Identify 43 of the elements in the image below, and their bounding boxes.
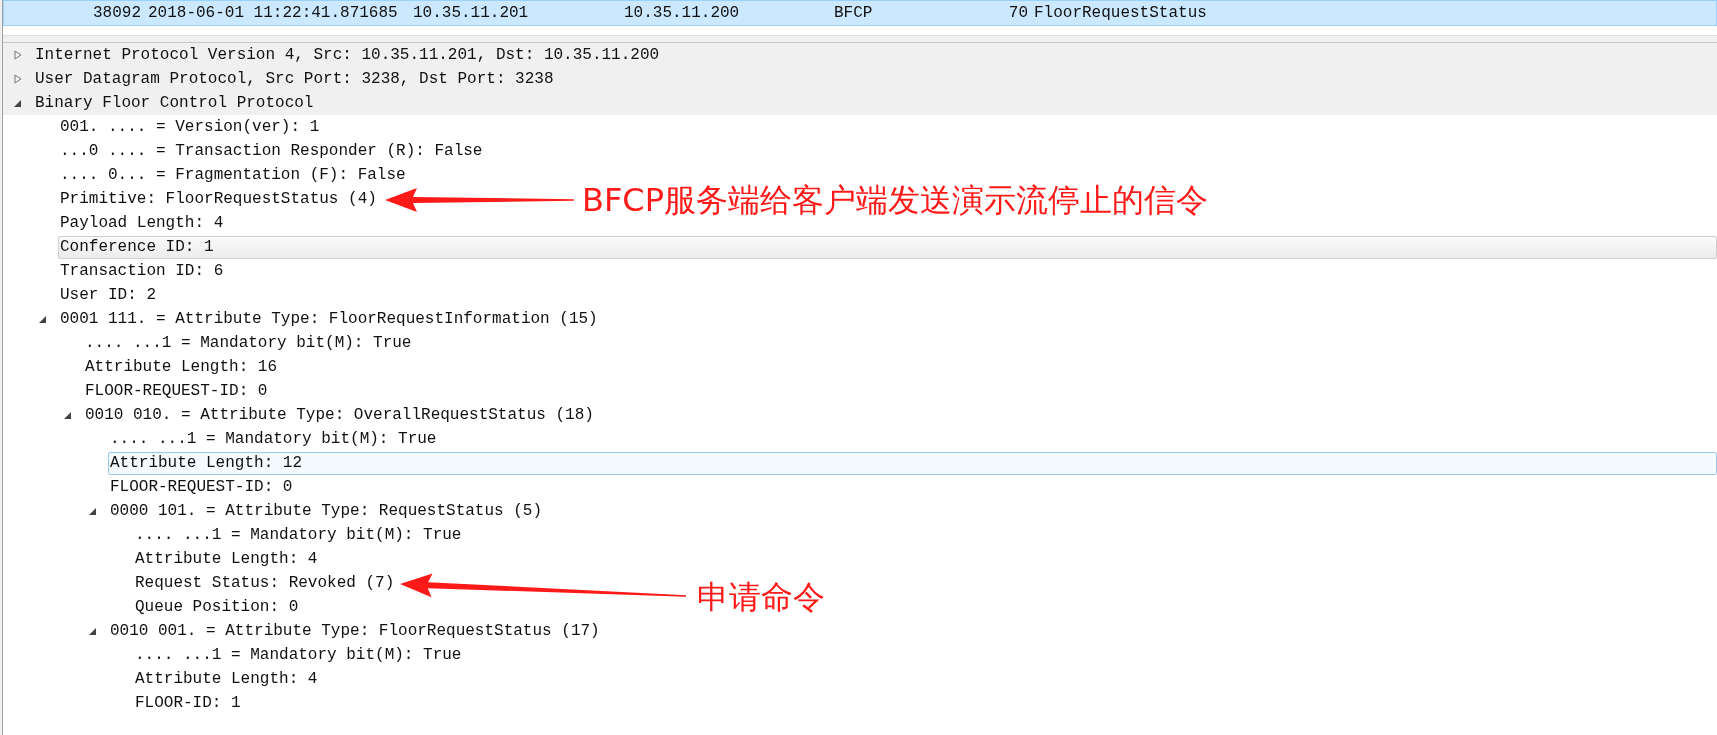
- tree-item[interactable]: 0000 101. = Attribute Type: RequestStatus (5): [108, 499, 544, 523]
- expanded-triangle-icon[interactable]: [88, 506, 98, 516]
- tree-item[interactable]: User ID: 2: [58, 283, 157, 307]
- tree-item[interactable]: 001. .... = Version(ver): 1: [58, 115, 321, 139]
- tree-item[interactable]: Transaction ID: 6: [58, 259, 225, 283]
- tree-item[interactable]: FLOOR-REQUEST-ID: 0: [108, 475, 294, 499]
- tree-item[interactable]: Attribute Length: 4: [133, 547, 319, 571]
- tree-item[interactable]: .... ...1 = Mandatory bit(M): True: [108, 427, 438, 451]
- collapsed-triangle-icon[interactable]: [13, 74, 23, 84]
- tree-item[interactable]: 0001 111. = Attribute Type: FloorRequestInformation (15): [58, 307, 599, 331]
- tree-item[interactable]: Attribute Length: 12: [108, 451, 1717, 475]
- packet-time: 2018-06-01 11:22:41.871685: [148, 3, 399, 24]
- annotation-label: BFCP服务端给客户端发送演示流停止的信令: [582, 180, 1208, 220]
- tree-item[interactable]: FLOOR-REQUEST-ID: 0: [83, 379, 269, 403]
- tree-item[interactable]: Conference ID: 1: [58, 235, 1717, 259]
- annotation-label: 申请命令: [697, 577, 825, 617]
- tree-item[interactable]: Queue Position: 0: [133, 595, 300, 619]
- tree-item[interactable]: 0010 010. = Attribute Type: OverallRequestStatus (18): [83, 403, 595, 427]
- packet-source: 10.35.11.201: [413, 3, 530, 24]
- tree-item[interactable]: Attribute Length: 4: [133, 667, 319, 691]
- packet-destination: 10.35.11.200: [624, 3, 741, 24]
- tree-item[interactable]: Request Status: Revoked (7): [133, 571, 396, 595]
- tree-item[interactable]: .... ...1 = Mandatory bit(M): True: [133, 643, 463, 667]
- packet-info: FloorRequestStatus: [1034, 3, 1207, 24]
- expanded-triangle-icon[interactable]: [88, 626, 98, 636]
- tree-item[interactable]: .... ...1 = Mandatory bit(M): True: [83, 331, 413, 355]
- tree-item[interactable]: Binary Floor Control Protocol: [33, 91, 315, 115]
- packet-protocol: BFCP: [834, 3, 874, 24]
- expanded-triangle-icon[interactable]: [13, 98, 23, 108]
- tree-item[interactable]: 0010 001. = Attribute Type: FloorRequestStatus (17): [108, 619, 601, 643]
- tree-item[interactable]: .... 0... = Fragmentation (F): False: [58, 163, 407, 187]
- packet-length: 70: [1007, 3, 1029, 24]
- tree-item[interactable]: .... ...1 = Mandatory bit(M): True: [133, 523, 463, 547]
- collapsed-triangle-icon[interactable]: [13, 50, 23, 60]
- tree-item[interactable]: Payload Length: 4: [58, 211, 225, 235]
- packet-row[interactable]: 38092 2018-06-01 11:22:41.871685 10.35.11.201 10.35.11.200 BFCP 70 FloorRequestStatus: [3, 0, 1717, 26]
- tree-item[interactable]: Primitive: FloorRequestStatus (4): [58, 187, 378, 211]
- expanded-triangle-icon[interactable]: [63, 410, 73, 420]
- expanded-triangle-icon[interactable]: [38, 314, 48, 324]
- tree-item[interactable]: FLOOR-ID: 1: [133, 691, 242, 715]
- packet-number: 38092: [93, 3, 142, 24]
- tree-item[interactable]: ...0 .... = Transaction Responder (R): False: [58, 139, 484, 163]
- tree-item[interactable]: Attribute Length: 16: [83, 355, 279, 379]
